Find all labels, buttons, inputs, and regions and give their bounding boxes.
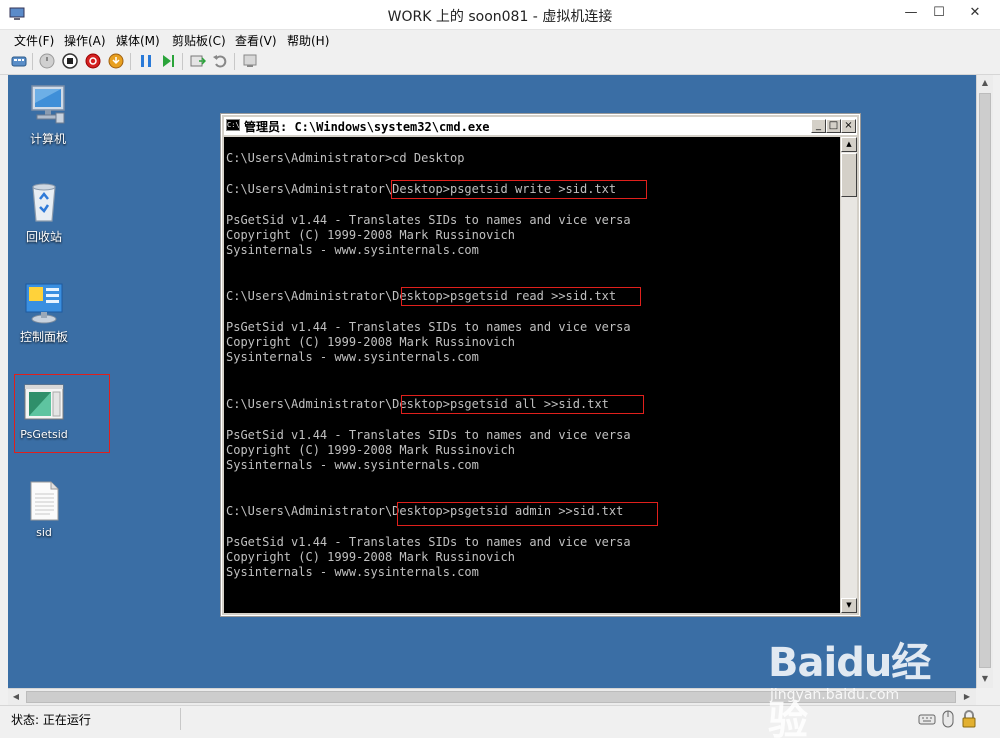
console-line: C:\Users\Administrator>cd Desktop [226, 151, 465, 165]
desktop-item-label: 控制面板 [19, 330, 68, 344]
desktop-item-label: 回收站 [25, 230, 62, 244]
title-bar: WORK 上的 soon081 - 虚拟机连接 — ☐ ✕ [0, 0, 1000, 30]
checkpoint-icon[interactable] [190, 53, 206, 69]
console-line: PsGetSid v1.44 - Translates SIDs to name… [226, 320, 631, 334]
cmd-scrollbar[interactable]: ▲ ▼ [841, 137, 857, 613]
menu-help[interactable]: 帮助(H) [287, 32, 329, 49]
command-highlight [397, 502, 658, 526]
psgetsid-icon [24, 384, 64, 420]
cmd-minimize-button[interactable]: _ [811, 119, 826, 133]
command-highlight [401, 287, 641, 306]
turn-off-icon[interactable] [62, 53, 78, 69]
scroll-down-icon[interactable]: ▼ [841, 598, 857, 613]
scroll-thumb[interactable] [841, 153, 857, 197]
cmd-title-bar[interactable]: C:\ 管理员: C:\Windows\system32\cmd.exe _ □… [224, 117, 857, 135]
console-line: Sysinternals - www.sysinternals.com [226, 458, 479, 472]
desktop-item-label: PsGetsid [20, 428, 68, 441]
pause-icon[interactable] [138, 53, 154, 69]
enhanced-session-icon[interactable] [242, 53, 258, 69]
computer-icon [31, 85, 65, 124]
scroll-thumb[interactable] [979, 93, 991, 668]
menu-media[interactable]: 媒体(M) [116, 32, 160, 49]
cmd-close-button[interactable]: × [841, 119, 856, 133]
watermark-url: jingyan.baidu.com [770, 687, 900, 703]
revert-icon[interactable] [212, 53, 228, 69]
desktop-item-sid[interactable]: sid [8, 479, 84, 539]
console-line: Copyright (C) 1999-2008 Mark Russinovich [226, 335, 515, 349]
menu-action[interactable]: 操作(A) [64, 32, 106, 49]
console-line: Copyright (C) 1999-2008 Mark Russinovich [226, 443, 515, 457]
command-highlight [401, 395, 644, 414]
scroll-up-icon[interactable]: ▲ [841, 137, 857, 152]
menu-file[interactable]: 文件(F) [14, 32, 54, 49]
cmd-icon: C:\ [226, 119, 240, 131]
console-line: Sysinternals - www.sysinternals.com [226, 243, 479, 257]
desktop-item-computer[interactable]: 计算机 [8, 83, 88, 147]
scroll-left-icon[interactable]: ◀ [8, 689, 24, 705]
cmd-maximize-button[interactable]: □ [826, 119, 841, 133]
window-title: WORK 上的 soon081 - 虚拟机连接 [387, 9, 613, 25]
status-text: 状态: 正在运行 [11, 713, 91, 727]
start-icon[interactable] [39, 53, 55, 69]
scroll-down-icon[interactable]: ▼ [977, 671, 993, 687]
maximize-button[interactable]: ☐ [925, 0, 953, 28]
scroll-up-icon[interactable]: ▲ [977, 75, 993, 91]
desktop-item-label: 计算机 [29, 132, 66, 146]
console-line: PsGetSid v1.44 - Translates SIDs to name… [226, 535, 631, 549]
console-line: PsGetSid v1.44 - Translates SIDs to name… [226, 213, 631, 227]
reset-icon[interactable] [160, 53, 176, 69]
menu-bar: 文件(F) 操作(A) 媒体(M) 剪贴板(C) 查看(V) 帮助(H) [0, 30, 1000, 49]
text-file-icon [30, 481, 59, 521]
guest-desktop[interactable]: 计算机 回收站 控制面板 PsGetsid sid C:\ 管理员: C:\Wi… [8, 75, 976, 688]
vertical-scrollbar[interactable]: ▲ ▼ [976, 75, 993, 688]
recycle-bin-icon [32, 183, 56, 222]
close-button[interactable]: ✕ [957, 0, 993, 28]
console-line: Sysinternals - www.sysinternals.com [226, 350, 479, 364]
baidu-watermark: Baidu经验 jingyan.baidu.com [768, 630, 968, 738]
minimize-button[interactable]: — [897, 0, 925, 28]
desktop-item-label: sid [36, 526, 52, 539]
ctrl-alt-del-icon[interactable] [11, 53, 27, 69]
console-line: Sysinternals - www.sysinternals.com [226, 565, 479, 579]
menu-clipboard[interactable]: 剪贴板(C) [172, 32, 226, 49]
console-line: PsGetSid v1.44 - Translates SIDs to name… [226, 428, 631, 442]
toolbar [0, 49, 1000, 75]
save-icon[interactable] [108, 53, 124, 69]
menu-view[interactable]: 查看(V) [235, 32, 277, 49]
console-line: Copyright (C) 1999-2008 Mark Russinovich [226, 228, 515, 242]
command-highlight [391, 180, 647, 199]
console-output[interactable]: C:\Users\Administrator>cd Desktop C:\Use… [224, 137, 840, 613]
control-panel-icon [25, 283, 63, 324]
cmd-title: 管理员: C:\Windows\system32\cmd.exe [244, 120, 490, 134]
desktop-item-control-panel[interactable]: 控制面板 [8, 281, 84, 345]
console-line: Copyright (C) 1999-2008 Mark Russinovich [226, 550, 515, 564]
shutdown-icon[interactable] [85, 53, 101, 69]
cmd-window[interactable]: C:\ 管理员: C:\Windows\system32\cmd.exe _ □… [220, 113, 861, 617]
desktop-item-recycle-bin[interactable]: 回收站 [8, 181, 84, 245]
watermark-brand: Baidu经验 [768, 640, 931, 738]
desktop-item-psgetsid[interactable]: PsGetsid [8, 381, 84, 441]
